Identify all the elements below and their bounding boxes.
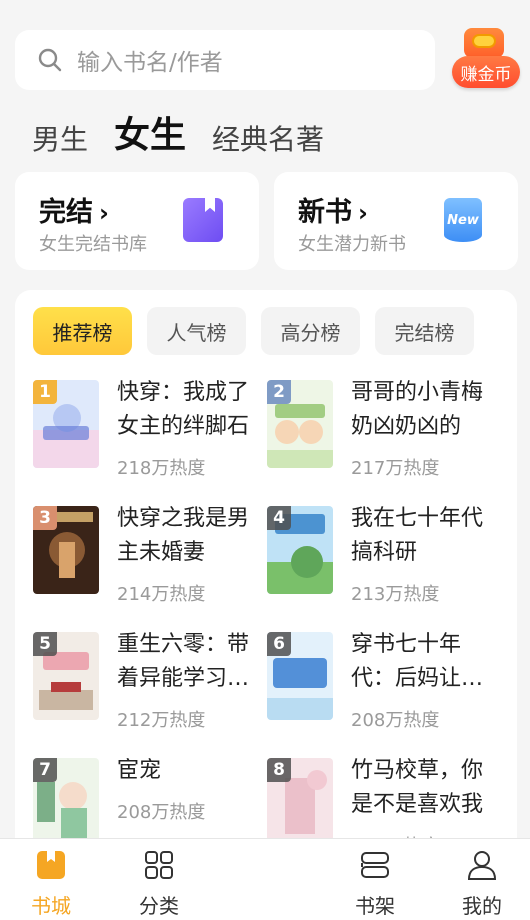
rank-badge: 6 bbox=[267, 632, 291, 656]
grid-icon bbox=[145, 851, 173, 879]
book-title: 宦宠 bbox=[117, 758, 162, 783]
bookstore-icon bbox=[37, 851, 65, 879]
book-title: 快穿之我是男主未婚妻 bbox=[117, 506, 250, 565]
book-item[interactable]: 8 竹马校草，你是不是喜欢我 205万热度 bbox=[267, 758, 501, 850]
category-title-text: 新书 bbox=[298, 197, 352, 228]
book-cover: 6 bbox=[267, 632, 333, 720]
rank-tabs: 推荐榜 人气榜 高分榜 完结榜 bbox=[33, 307, 489, 355]
category-title-text: 完结 bbox=[39, 197, 93, 228]
book-icon bbox=[183, 198, 223, 242]
tab-male[interactable]: 男生 bbox=[32, 118, 88, 158]
new-badge-icon: New bbox=[444, 198, 482, 242]
book-cover: 1 bbox=[33, 380, 99, 468]
book-title: 我在七十年代搞科研 bbox=[351, 506, 484, 565]
rank-badge: 3 bbox=[33, 506, 57, 530]
category-new-subtitle: 女生潜力新书 bbox=[298, 234, 406, 255]
book-heat: 218万热度 bbox=[117, 458, 206, 479]
tab-recommended[interactable]: 推荐榜 bbox=[33, 307, 132, 355]
rank-badge: 7 bbox=[33, 758, 57, 782]
nav-bookstore[interactable]: 书城 bbox=[16, 839, 86, 920]
book-item[interactable]: 2 哥哥的小青梅奶凶奶凶的 217万热度 bbox=[267, 380, 501, 490]
book-title: 哥哥的小青梅奶凶奶凶的 bbox=[351, 380, 484, 439]
nav-category[interactable]: 分类 bbox=[124, 839, 194, 920]
earn-coins-label: 赚金币 bbox=[452, 56, 520, 88]
search-bar[interactable]: 输入书名/作者 bbox=[15, 30, 435, 90]
earn-coins-button[interactable]: 赚金币 bbox=[450, 26, 522, 92]
nav-profile[interactable]: 我的 bbox=[447, 839, 517, 920]
ranking-panel: 推荐榜 人气榜 高分榜 完结榜 1 快穿：我成了女主的绊脚石 218万热度 2 … bbox=[15, 290, 517, 850]
book-item[interactable]: 4 我在七十年代搞科研 213万热度 bbox=[267, 506, 501, 616]
user-icon bbox=[467, 851, 497, 880]
book-cover: 3 bbox=[33, 506, 99, 594]
book-title: 重生六零：带着异能学习… bbox=[117, 632, 250, 691]
book-item[interactable]: 5 重生六零：带着异能学习… 212万热度 bbox=[33, 632, 267, 742]
rank-badge: 1 bbox=[33, 380, 57, 404]
nav-label: 分类 bbox=[139, 894, 179, 918]
book-heat: 208万热度 bbox=[351, 710, 440, 731]
book-heat: 214万热度 bbox=[117, 584, 206, 605]
gender-tabs: 男生 女生 经典名著 bbox=[32, 108, 350, 158]
rank-badge: 5 bbox=[33, 632, 57, 656]
book-heat: 212万热度 bbox=[117, 710, 206, 731]
bookshelf-icon bbox=[361, 852, 389, 878]
coin-icon bbox=[472, 34, 496, 48]
chevron-right-icon: › bbox=[358, 199, 368, 227]
rank-badge: 4 bbox=[267, 506, 291, 530]
book-item[interactable]: 6 穿书七十年代：后妈让… 208万热度 bbox=[267, 632, 501, 742]
tab-classics[interactable]: 经典名著 bbox=[212, 118, 324, 158]
category-completed-subtitle: 女生完结书库 bbox=[39, 234, 147, 255]
rank-badge: 8 bbox=[267, 758, 291, 782]
book-title: 竹马校草，你是不是喜欢我 bbox=[351, 758, 484, 817]
tab-female[interactable]: 女生 bbox=[114, 106, 186, 158]
category-new-title: 新书 › bbox=[298, 190, 368, 229]
book-cover: 2 bbox=[267, 380, 333, 468]
tab-top-rated[interactable]: 高分榜 bbox=[261, 307, 360, 355]
tab-completed[interactable]: 完结榜 bbox=[375, 307, 474, 355]
bottom-nav: 书城 分类 书架 我的 bbox=[0, 838, 530, 920]
nav-label: 书架 bbox=[355, 894, 395, 918]
book-title: 穿书七十年代：后妈让… bbox=[351, 632, 484, 691]
book-heat: 217万热度 bbox=[351, 458, 440, 479]
category-completed-card[interactable]: 完结 › 女生完结书库 bbox=[15, 172, 259, 270]
tab-popular[interactable]: 人气榜 bbox=[147, 307, 246, 355]
nav-label: 书城 bbox=[31, 894, 71, 918]
search-placeholder: 输入书名/作者 bbox=[77, 50, 223, 76]
book-cover: 8 bbox=[267, 758, 333, 846]
book-item[interactable]: 3 快穿之我是男主未婚妻 214万热度 bbox=[33, 506, 267, 616]
rank-badge: 2 bbox=[267, 380, 291, 404]
nav-label: 我的 bbox=[462, 894, 502, 918]
category-completed-title: 完结 › bbox=[39, 190, 109, 229]
book-item[interactable]: 1 快穿：我成了女主的绊脚石 218万热度 bbox=[33, 380, 267, 490]
book-heat: 208万热度 bbox=[117, 802, 206, 823]
nav-bookshelf[interactable]: 书架 bbox=[340, 839, 410, 920]
search-icon bbox=[38, 48, 62, 72]
category-new-card[interactable]: 新书 › 女生潜力新书 New bbox=[274, 172, 518, 270]
book-cover: 4 bbox=[267, 506, 333, 594]
book-heat: 213万热度 bbox=[351, 584, 440, 605]
book-item[interactable]: 7 宦宠 208万热度 bbox=[33, 758, 267, 850]
book-cover: 5 bbox=[33, 632, 99, 720]
book-title: 快穿：我成了女主的绊脚石 bbox=[117, 380, 250, 439]
chevron-right-icon: › bbox=[99, 199, 109, 227]
book-cover: 7 bbox=[33, 758, 99, 846]
